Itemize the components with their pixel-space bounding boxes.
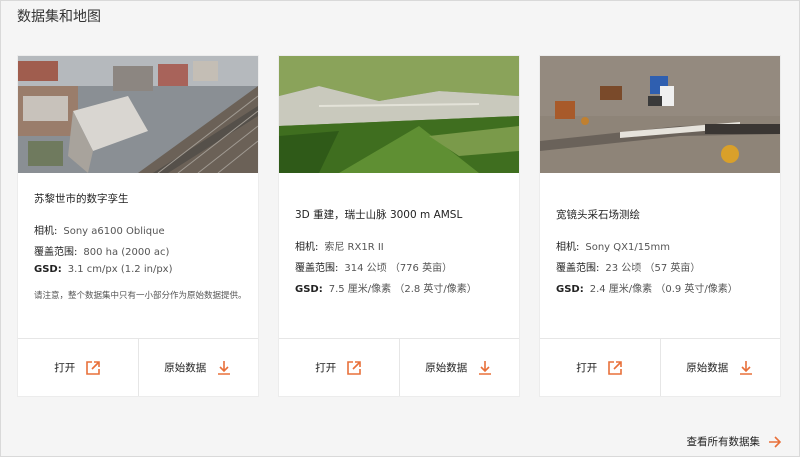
open-button[interactable]: 打开 xyxy=(279,339,399,396)
spec-label: 覆盖范围: xyxy=(556,263,600,274)
spec-value: 3.1 cm/px (1.2 in/px) xyxy=(67,264,173,275)
spec-value: 314 公顷 （776 英亩） xyxy=(344,263,453,274)
spec-label: GSD: xyxy=(34,264,62,275)
open-label: 打开 xyxy=(576,362,598,374)
card-title: 宽镜头采石场测绘 xyxy=(556,209,640,221)
spec-value: 800 ha (2000 ac) xyxy=(83,247,170,258)
spec-label: 覆盖范围: xyxy=(295,263,339,274)
view-all-datasets-link[interactable]: 查看所有数据集 xyxy=(687,434,783,449)
camera-spec: 相机: Sony QX1/15mm xyxy=(556,238,670,253)
raw-data-note: 请注意，整个数据集中只有一小部分作为原始数据提供。 xyxy=(34,291,247,301)
spec-label: 覆盖范围: xyxy=(34,247,78,258)
raw-data-button[interactable]: 原始数据 xyxy=(398,339,520,396)
spec-label: 相机: xyxy=(295,242,319,253)
spec-label: GSD: xyxy=(556,284,584,295)
card-actions: 打开 原始数据 xyxy=(18,338,258,396)
view-all-label: 查看所有数据集 xyxy=(686,436,761,448)
spec-label: 相机: xyxy=(34,226,58,237)
dataset-card-swiss-mountain: 3D 重建，瑞士山脉 3000 m AMSL 相机: 索尼 RX1R II 覆盖范… xyxy=(279,56,519,396)
card-actions: 打开 原始数据 xyxy=(540,338,780,396)
zurich-city-aerial-photo[interactable] xyxy=(18,56,258,173)
coverage-spec: 覆盖范围: 314 公顷 （776 英亩） xyxy=(295,259,452,274)
spec-value: 23 公顷 （57 英亩） xyxy=(605,263,701,274)
raw-data-button[interactable]: 原始数据 xyxy=(659,339,781,396)
download-icon xyxy=(479,360,492,375)
spec-value: 2.4 厘米/像素 （0.9 英寸/像素） xyxy=(589,284,738,295)
section-title: 数据集和地图 xyxy=(17,9,101,25)
spec-label: GSD: xyxy=(295,284,323,295)
gsd-spec: GSD: 3.1 cm/px (1.2 in/px) xyxy=(34,264,173,275)
card-title: 3D 重建，瑞士山脉 3000 m AMSL xyxy=(295,209,463,221)
raw-data-label: 原始数据 xyxy=(164,362,207,374)
open-button[interactable]: 打开 xyxy=(18,339,138,396)
camera-spec: 相机: 索尼 RX1R II xyxy=(295,238,384,253)
spec-value: Sony a6100 Oblique xyxy=(63,226,165,237)
coverage-spec: 覆盖范围: 23 公顷 （57 英亩） xyxy=(556,259,700,274)
raw-data-label: 原始数据 xyxy=(686,362,729,374)
external-link-icon xyxy=(347,360,362,375)
download-icon xyxy=(218,360,231,375)
dataset-card-quarry: 宽镜头采石场测绘 相机: Sony QX1/15mm 覆盖范围: 23 公顷 （57… xyxy=(540,56,780,396)
arrow-right-icon xyxy=(769,435,782,448)
raw-data-label: 原始数据 xyxy=(425,362,468,374)
camera-spec: 相机: Sony a6100 Oblique xyxy=(34,222,165,237)
external-link-icon xyxy=(608,360,623,375)
card-actions: 打开 原始数据 xyxy=(279,338,519,396)
raw-data-button[interactable]: 原始数据 xyxy=(137,339,259,396)
dataset-card-zurich: 苏黎世市的数字孪生 相机: Sony a6100 Oblique 覆盖范围: 800… xyxy=(18,56,258,396)
gsd-spec: GSD: 7.5 厘米/像素 （2.8 英寸/像素） xyxy=(295,280,477,295)
quarry-aerial-photo[interactable] xyxy=(540,56,780,173)
open-button[interactable]: 打开 xyxy=(540,339,660,396)
open-label: 打开 xyxy=(315,362,337,374)
gsd-spec: GSD: 2.4 厘米/像素 （0.9 英寸/像素） xyxy=(556,280,738,295)
coverage-spec: 覆盖范围: 800 ha (2000 ac) xyxy=(34,243,169,258)
card-title: 苏黎世市的数字孪生 xyxy=(34,193,129,205)
swiss-mountain-3d-photo[interactable] xyxy=(279,56,519,173)
spec-label: 相机: xyxy=(556,242,580,253)
spec-value: 索尼 RX1R II xyxy=(324,242,384,253)
external-link-icon xyxy=(86,360,101,375)
open-label: 打开 xyxy=(54,362,76,374)
spec-value: Sony QX1/15mm xyxy=(585,242,670,253)
spec-value: 7.5 厘米/像素 （2.8 英寸/像素） xyxy=(328,284,477,295)
download-icon xyxy=(740,360,753,375)
